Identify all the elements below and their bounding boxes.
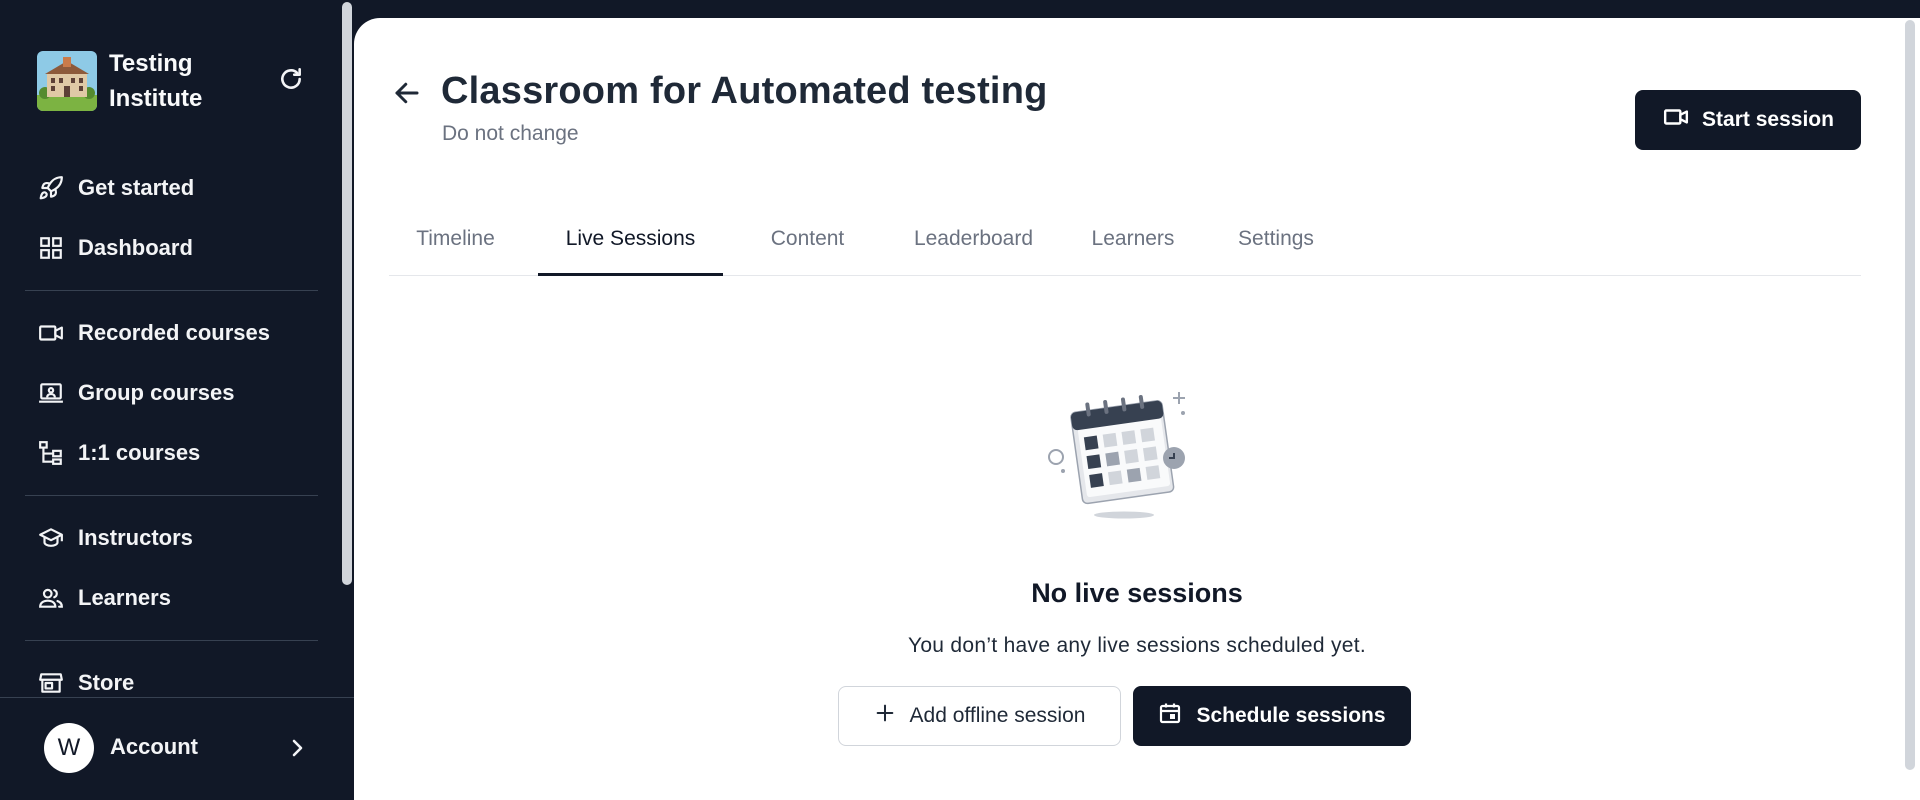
account-menu[interactable]: W Account: [0, 697, 354, 800]
sidebar-item-group-courses[interactable]: Group courses: [37, 373, 317, 413]
add-offline-session-button[interactable]: Add offline session: [838, 686, 1121, 746]
brand-name: Testing Institute: [109, 50, 203, 112]
sidebar: Testing Institute Get started Dashboard: [0, 0, 354, 800]
hierarchy-icon: [37, 439, 65, 467]
sidebar-item-instructors[interactable]: Instructors: [37, 518, 317, 558]
main-scrollbar[interactable]: [1905, 20, 1915, 770]
tab-live-sessions[interactable]: Live Sessions: [538, 218, 723, 276]
divider: [25, 495, 318, 496]
sidebar-nav: Testing Institute Get started Dashboard: [0, 0, 340, 697]
tab-timeline[interactable]: Timeline: [389, 218, 522, 276]
brand[interactable]: Testing Institute: [37, 46, 239, 116]
plus-icon: [874, 702, 896, 730]
sidebar-item-label: 1:1 courses: [78, 440, 201, 465]
tab-settings[interactable]: Settings: [1211, 218, 1341, 276]
store-icon: [37, 669, 65, 697]
sidebar-item-one-on-one-courses[interactable]: 1:1 courses: [37, 433, 317, 473]
sidebar-item-store[interactable]: Store: [37, 663, 317, 697]
sidebar-item-dashboard[interactable]: Dashboard: [37, 228, 317, 268]
sidebar-item-label: Recorded courses: [78, 320, 270, 345]
start-session-button[interactable]: Start session: [1635, 90, 1861, 150]
chevron-right-icon: [285, 734, 309, 762]
calendar-icon: [1158, 701, 1182, 731]
grid-icon: [37, 234, 65, 262]
schedule-sessions-label: Schedule sessions: [1196, 704, 1386, 727]
account-label: Account: [110, 734, 198, 759]
video-icon: [37, 319, 65, 347]
institute-building-logo: [37, 51, 97, 111]
divider: [25, 290, 318, 291]
presentation-icon: [37, 379, 65, 407]
refresh-icon[interactable]: [278, 66, 304, 92]
sidebar-item-recorded-courses[interactable]: Recorded courses: [37, 313, 317, 353]
sidebar-item-learners[interactable]: Learners: [37, 578, 317, 618]
back-arrow-icon[interactable]: [392, 78, 422, 108]
video-camera-icon: [1662, 104, 1690, 136]
sidebar-item-label: Instructors: [78, 525, 193, 550]
sidebar-scrollbar[interactable]: [342, 2, 352, 585]
sidebar-item-label: Learners: [78, 585, 171, 610]
sidebar-item-get-started[interactable]: Get started: [37, 168, 317, 208]
users-icon: [37, 584, 65, 612]
graduation-cap-icon: [37, 524, 65, 552]
schedule-sessions-button[interactable]: Schedule sessions: [1133, 686, 1411, 746]
sidebar-item-label: Dashboard: [78, 235, 193, 260]
page-title: Classroom for Automated testing: [441, 70, 1048, 112]
rocket-icon: [37, 174, 65, 202]
add-offline-session-label: Add offline session: [909, 704, 1086, 727]
sidebar-item-label: Get started: [78, 175, 195, 200]
page-subtitle: Do not change: [442, 122, 579, 145]
calendar-illustration-icon: [1048, 380, 1198, 522]
tab-content[interactable]: Content: [739, 218, 876, 276]
divider: [25, 640, 318, 641]
classroom-tabs: Timeline Live Sessions Content Leaderboa…: [389, 218, 1861, 276]
sidebar-item-label: Group courses: [78, 380, 235, 405]
avatar: W: [44, 723, 94, 773]
sidebar-item-label: Store: [78, 670, 135, 695]
tab-learners[interactable]: Learners: [1071, 218, 1195, 276]
start-session-label: Start session: [1702, 108, 1834, 131]
tab-leaderboard[interactable]: Leaderboard: [892, 218, 1055, 276]
